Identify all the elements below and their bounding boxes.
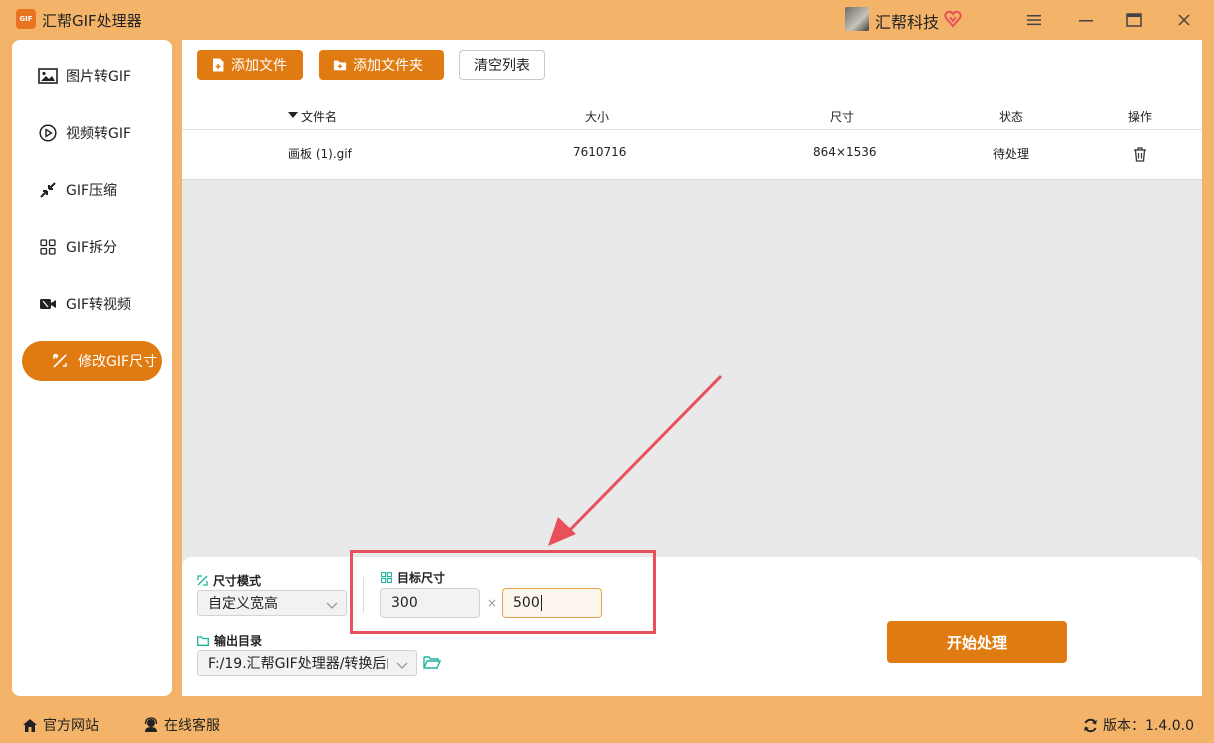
sidebar: 图片转GIF 视频转GIF GIF压缩 GIF拆分 GIF转视频 修改GIF尺寸 [12,40,172,696]
settings-panel: 尺寸模式 自定义宽高 输出目录 F:/19.汇帮GIF处理器/转换后的 目标尺寸… [182,550,1202,696]
add-file-icon [211,58,225,72]
avatar[interactable] [845,7,869,31]
sidebar-item-label: GIF转视频 [66,297,132,313]
sidebar-item-label: 修改GIF尺寸 [78,354,158,370]
menu-icon[interactable] [1021,8,1047,32]
file-status-cell: 待处理 [993,147,1030,161]
table-row[interactable]: 画板 (1).gif 7610716 864×1536 待处理 [182,145,1202,165]
online-support-link[interactable]: 在线客服 [143,715,220,735]
sidebar-item-image-to-gif[interactable]: 图片转GIF [22,56,162,96]
video-camera-icon [38,294,58,314]
toolbar: 添加文件 添加文件夹 清空列表 [182,40,1202,90]
file-name-cell: 画板 (1).gif [288,147,352,161]
clear-list-button[interactable]: 清空列表 [459,50,545,80]
size-mode-select[interactable]: 自定义宽高 [197,590,347,616]
open-folder-icon[interactable] [423,655,442,673]
column-header-status[interactable]: 状态 [999,108,1023,125]
output-dir-value: F:/19.汇帮GIF处理器/转换后的 [208,656,388,672]
sidebar-item-label: 图片转GIF [66,69,132,85]
column-header-dimensions[interactable]: 尺寸 [830,108,854,125]
add-file-button[interactable]: 添加文件 [197,50,303,80]
output-dir-label: 输出目录 [197,632,262,649]
vip-heart-icon[interactable] [944,10,962,32]
refresh-icon [1083,718,1098,733]
folder-icon [197,635,209,646]
output-dir-label-text: 输出目录 [214,634,263,648]
sidebar-item-label: GIF压缩 [66,183,118,199]
title-bar: GIF 汇帮GIF处理器 汇帮科技 [0,0,1214,40]
sidebar-item-gif-split[interactable]: GIF拆分 [22,227,162,267]
split-icon [38,237,58,257]
file-size-cell: 7610716 [573,145,627,159]
version-label: 版本：1.4.0.0 [1103,718,1194,734]
maximize-icon[interactable] [1121,8,1147,32]
official-website-label: 官方网站 [43,718,99,734]
add-folder-button[interactable]: 添加文件夹 [319,50,444,80]
sidebar-item-gif-compress[interactable]: GIF压缩 [22,170,162,210]
sidebar-item-label: 视频转GIF [66,126,132,142]
sidebar-item-video-to-gif[interactable]: 视频转GIF [22,113,162,153]
sidebar-item-gif-to-video[interactable]: GIF转视频 [22,284,162,324]
sidebar-item-label: GIF拆分 [66,240,118,256]
home-icon [22,718,38,733]
size-mode-value: 自定义宽高 [208,596,278,612]
add-folder-label: 添加文件夹 [353,58,423,74]
image-icon [38,66,58,86]
column-header-actions: 操作 [1128,110,1153,124]
minimize-icon[interactable] [1073,8,1099,32]
official-website-link[interactable]: 官方网站 [22,715,99,735]
footer-bar: 官方网站 在线客服 版本：1.4.0.0 [0,705,1214,743]
size-mode-label: 尺寸模式 [197,572,261,589]
add-file-label: 添加文件 [231,58,287,74]
play-icon [38,123,58,143]
sort-desc-icon[interactable] [288,108,298,122]
file-dimensions-cell: 864×1536 [813,145,877,159]
online-support-label: 在线客服 [164,718,220,734]
column-header-filename[interactable]: 文件名 [301,108,337,125]
table-bottom-border [182,179,1202,180]
header-divider [182,129,1202,130]
file-table: 文件名 大小 尺寸 状态 操作 画板 (1).gif 7610716 864×1… [182,90,1202,180]
main-panel: 添加文件 添加文件夹 清空列表 文件名 大小 尺寸 状态 操作 画板 (1).g… [182,40,1202,696]
output-dir-select[interactable]: F:/19.汇帮GIF处理器/转换后的 [197,650,417,676]
sidebar-item-resize-gif[interactable]: 修改GIF尺寸 [22,341,162,381]
app-title: 汇帮GIF处理器 [42,12,142,30]
table-header: 文件名 大小 尺寸 状态 操作 [182,108,1202,130]
user-name[interactable]: 汇帮科技 [875,9,939,33]
chevron-down-icon [326,598,338,614]
headset-icon [143,717,159,733]
version-info[interactable]: 版本：1.4.0.0 [1083,715,1194,735]
highlight-box [350,550,656,634]
add-folder-icon [333,58,347,72]
compress-icon [38,180,58,200]
chevron-down-icon [396,658,408,674]
trash-icon[interactable] [1133,147,1147,165]
column-header-size[interactable]: 大小 [585,108,609,125]
app-logo-icon: GIF [16,9,36,29]
resize-icon [197,575,208,586]
close-icon[interactable] [1171,8,1197,32]
resize-icon [50,351,70,371]
size-mode-label-text: 尺寸模式 [213,574,262,588]
start-button[interactable]: 开始处理 [887,621,1067,663]
